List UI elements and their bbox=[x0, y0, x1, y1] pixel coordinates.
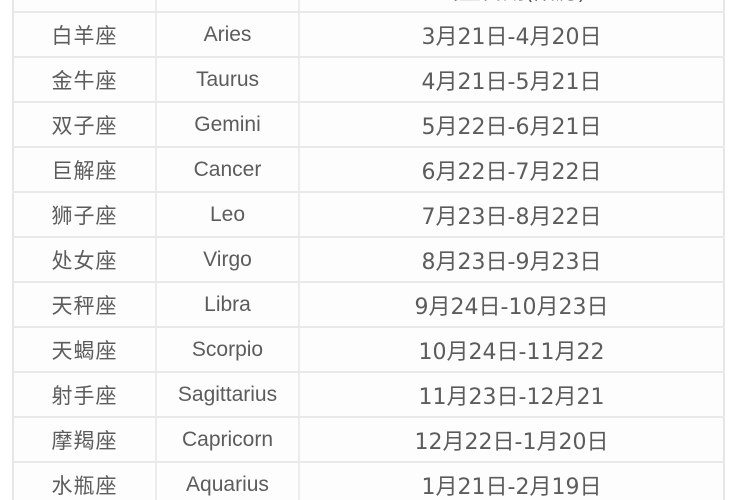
zodiac-date-range-cell: 9月24日-10月23日 bbox=[299, 282, 724, 328]
zodiac-date-range-cell: 出生日期(阳历) bbox=[299, 0, 724, 13]
zodiac-date-range-cell: 1月21日-2月19日 bbox=[299, 462, 724, 500]
table-row: 星座英文名出生日期(阳历) bbox=[13, 0, 724, 13]
zodiac-name-en-cell: Gemini bbox=[156, 102, 300, 148]
zodiac-date-range-cell: 12月22日-1月20日 bbox=[299, 417, 724, 463]
table-row: 摩羯座 Capricorn 12月22日-1月20日 bbox=[13, 417, 724, 463]
zodiac-date-range-cell: 10月24日-11月22 bbox=[299, 327, 724, 373]
zodiac-sign-date-table: 星座英文名出生日期(阳历)白羊座Aries3月21日-4月20日金牛座Tauru… bbox=[12, 0, 725, 500]
zodiac-date-range-cell: 4月21日-5月21日 bbox=[299, 57, 724, 103]
zodiac-table-body: 星座英文名出生日期(阳历)白羊座Aries3月21日-4月20日金牛座Tauru… bbox=[13, 0, 724, 500]
zodiac-name-cn-cell: 狮子座 bbox=[13, 192, 157, 238]
table-row: 狮子座 Leo 7月23日-8月22日 bbox=[13, 192, 724, 238]
zodiac-name-en-cell: Taurus bbox=[156, 57, 300, 103]
table-row: 水瓶座 Aquarius 1月21日-2月19日 bbox=[13, 462, 724, 500]
zodiac-name-cn-cell: 天秤座 bbox=[13, 282, 157, 328]
zodiac-name-en-cell: Sagittarius bbox=[156, 372, 300, 418]
table-row: 天蝎座 Scorpio 10月24日-11月22 bbox=[13, 327, 724, 373]
zodiac-name-cn-cell: 水瓶座 bbox=[13, 462, 157, 500]
zodiac-name-cn-cell: 星座 bbox=[13, 0, 157, 13]
zodiac-name-en-cell: Leo bbox=[156, 192, 300, 238]
zodiac-date-range-cell: 8月23日-9月23日 bbox=[299, 237, 724, 283]
zodiac-name-cn-cell: 天蝎座 bbox=[13, 327, 157, 373]
table-row: 巨解座 Cancer 6月22日-7月22日 bbox=[13, 147, 724, 193]
zodiac-name-en-cell: Scorpio bbox=[156, 327, 300, 373]
zodiac-date-range-cell: 3月21日-4月20日 bbox=[299, 12, 724, 58]
zodiac-name-cn-cell: 巨解座 bbox=[13, 147, 157, 193]
zodiac-name-en-cell: Aries bbox=[156, 12, 300, 58]
table-row: 天秤座 Libra 9月24日-10月23日 bbox=[13, 282, 724, 328]
zodiac-name-en-cell: Virgo bbox=[156, 237, 300, 283]
zodiac-name-en-cell: Capricorn bbox=[156, 417, 300, 463]
zodiac-name-en-cell: Aquarius bbox=[156, 462, 300, 500]
zodiac-name-cn-cell: 双子座 bbox=[13, 102, 157, 148]
zodiac-name-cn-cell: 摩羯座 bbox=[13, 417, 157, 463]
table-row: 双子座 Gemini 5月22日-6月21日 bbox=[13, 102, 724, 148]
zodiac-name-cn-cell: 射手座 bbox=[13, 372, 157, 418]
zodiac-name-cn-cell: 金牛座 bbox=[13, 57, 157, 103]
zodiac-date-range-cell: 5月22日-6月21日 bbox=[299, 102, 724, 148]
zodiac-date-range-cell: 7月23日-8月22日 bbox=[299, 192, 724, 238]
table-row: 射手座 Sagittarius 11月23日-12月21 bbox=[13, 372, 724, 418]
table-row: 处女座 Virgo 8月23日-9月23日 bbox=[13, 237, 724, 283]
zodiac-name-en-cell: Cancer bbox=[156, 147, 300, 193]
zodiac-date-range-cell: 11月23日-12月21 bbox=[299, 372, 724, 418]
zodiac-date-range-cell: 6月22日-7月22日 bbox=[299, 147, 724, 193]
zodiac-name-en-cell: Libra bbox=[156, 282, 300, 328]
table-row: 金牛座 Taurus 4月21日-5月21日 bbox=[13, 57, 724, 103]
zodiac-name-cn-cell: 处女座 bbox=[13, 237, 157, 283]
table-row: 白羊座 Aries 3月21日-4月20日 bbox=[13, 12, 724, 58]
zodiac-name-en-cell: 英文名 bbox=[156, 0, 300, 13]
zodiac-table-viewport: 星座英文名出生日期(阳历)白羊座Aries3月21日-4月20日金牛座Tauru… bbox=[0, 0, 750, 500]
zodiac-name-cn-cell: 白羊座 bbox=[13, 12, 157, 58]
